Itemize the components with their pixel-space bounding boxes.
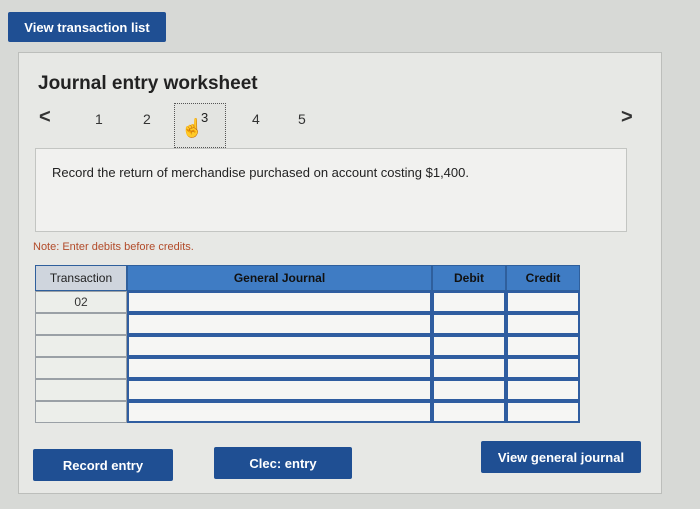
transaction-cell: [35, 401, 127, 423]
table-header: Transaction General Journal Debit Credit: [35, 265, 580, 291]
question-box: Record the return of merchandise purchas…: [35, 148, 627, 232]
debit-input[interactable]: [432, 335, 506, 357]
table-row: 02: [35, 291, 580, 313]
credit-input[interactable]: [506, 357, 580, 379]
credit-input[interactable]: [506, 401, 580, 423]
credit-input[interactable]: [506, 291, 580, 313]
transaction-cell: [35, 335, 127, 357]
header-debit: Debit: [432, 265, 506, 291]
prev-step-icon[interactable]: <: [39, 106, 51, 129]
table-row: [35, 335, 580, 357]
transaction-cell: 02: [35, 291, 127, 313]
transaction-cell: [35, 313, 127, 335]
credit-input[interactable]: [506, 313, 580, 335]
table-row: [35, 313, 580, 335]
question-text: Record the return of merchandise purchas…: [52, 165, 469, 180]
journal-worksheet-panel: Journal entry worksheet < 1 2 3 ☝ 4 5 > …: [18, 52, 662, 494]
step-4[interactable]: 4: [252, 111, 260, 127]
pointer-hand-icon: ☝: [181, 118, 204, 138]
step-3-current[interactable]: 3 ☝: [174, 103, 226, 148]
note-text: Note: Enter debits before credits.: [33, 241, 194, 253]
header-transaction: Transaction: [35, 265, 127, 291]
journal-account-input[interactable]: [127, 335, 432, 357]
debit-input[interactable]: [432, 291, 506, 313]
clear-entry-button[interactable]: Clec: entry: [214, 447, 352, 479]
view-transaction-list-button[interactable]: View transaction list: [8, 12, 166, 42]
view-general-journal-button[interactable]: View general journal: [481, 441, 641, 473]
journal-account-input[interactable]: [127, 379, 432, 401]
transaction-cell: [35, 379, 127, 401]
credit-input[interactable]: [506, 379, 580, 401]
debit-input[interactable]: [432, 313, 506, 335]
header-credit: Credit: [506, 265, 580, 291]
credit-input[interactable]: [506, 335, 580, 357]
debit-input[interactable]: [432, 357, 506, 379]
table-row: [35, 379, 580, 401]
journal-account-input[interactable]: [127, 401, 432, 423]
header-general-journal: General Journal: [127, 265, 432, 291]
step-2[interactable]: 2: [143, 111, 151, 127]
debit-input[interactable]: [432, 401, 506, 423]
journal-account-input[interactable]: [127, 313, 432, 335]
debit-input[interactable]: [432, 379, 506, 401]
transaction-cell: [35, 357, 127, 379]
step-1[interactable]: 1: [95, 111, 103, 127]
journal-table: Transaction General Journal Debit Credit…: [35, 265, 580, 423]
table-row: [35, 401, 580, 423]
record-entry-button[interactable]: Record entry: [33, 449, 173, 481]
journal-account-input[interactable]: [127, 357, 432, 379]
step-5[interactable]: 5: [298, 111, 306, 127]
table-row: [35, 357, 580, 379]
journal-account-input[interactable]: [127, 291, 432, 313]
worksheet-title: Journal entry worksheet: [38, 73, 258, 94]
next-step-icon[interactable]: >: [621, 106, 633, 129]
